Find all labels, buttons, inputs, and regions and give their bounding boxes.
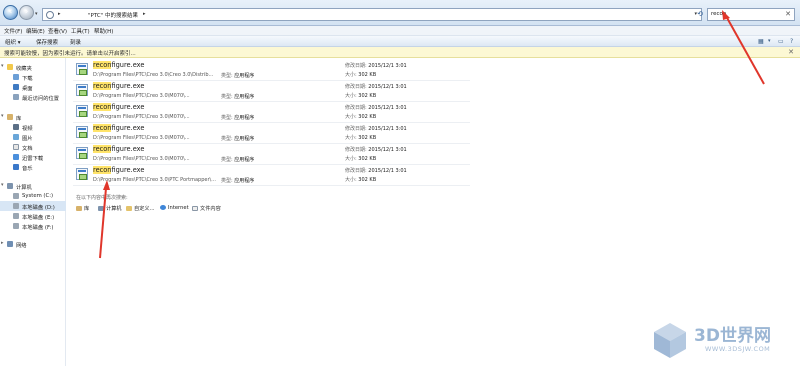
annotation-overlay (99, 10, 765, 259)
site-watermark: 3D世界网 WWW.3DSJW.COM (650, 318, 798, 364)
watermark-title: 3D世界网 (694, 326, 771, 346)
annotation-arrow-search (722, 10, 765, 85)
explorer-window: ‹ › ▾ ▸ "PTC" 中的搜索结果 ▸ ▾ ⟲ recon ✕ 文件(F)… (0, 0, 800, 366)
cube-logo-icon (654, 323, 686, 358)
annotation-arrow-result (99, 180, 110, 259)
watermark-url: WWW.3DSJW.COM (705, 345, 771, 353)
